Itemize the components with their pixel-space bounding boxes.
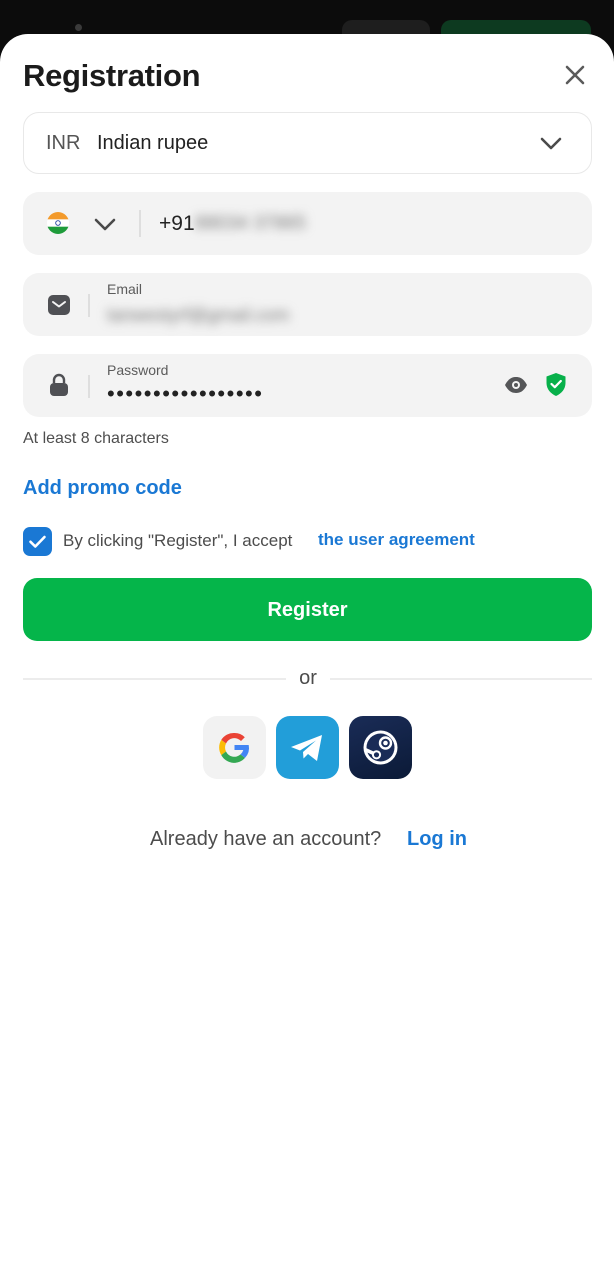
india-flag-icon [47,212,69,234]
telegram-login-button[interactable] [276,716,339,779]
steam-icon [363,730,398,765]
shield-check-icon [546,373,566,396]
phone-prefix: +91 [159,212,195,235]
envelope-icon [48,295,70,315]
add-promo-code-link[interactable]: Add promo code [23,477,182,500]
country-chevron-icon[interactable] [93,214,117,234]
field-divider [88,375,90,398]
divider-line [330,678,592,680]
register-button[interactable]: Register [23,578,592,641]
email-label: Email [107,281,143,297]
status-bar [0,0,614,34]
page-title: Registration [23,58,201,93]
password-hint: At least 8 characters [23,430,169,447]
close-button[interactable] [560,60,590,90]
background-pill [342,20,430,34]
currency-code: INR [46,132,81,154]
close-icon [565,65,585,85]
phone-input[interactable]: 88034 37865 [195,213,306,235]
registration-sheet: Registration INR Indian rupee +91 88034 … [0,34,614,1280]
google-icon [219,732,249,763]
email-field[interactable]: Email tanwestyrf@gmail.com [23,273,592,336]
agreement-text: By clicking "Register", I accept [63,531,293,550]
currency-select[interactable]: INR Indian rupee [23,112,592,174]
background-pill [441,20,591,34]
agreement-checkbox[interactable] [23,527,52,556]
password-field[interactable]: Password ••••••••••••••••• [23,354,592,417]
divider-or: or [299,667,317,689]
login-link[interactable]: Log in [407,828,467,851]
password-input[interactable]: ••••••••••••••••• [107,381,263,407]
email-input[interactable]: tanwestyrf@gmail.com [107,305,289,326]
field-divider [139,210,141,237]
telegram-icon [291,735,322,761]
checkmark-icon [29,535,46,548]
currency-name: Indian rupee [97,132,209,154]
phone-field: +91 88034 37865 [23,192,592,255]
password-label: Password [107,362,169,378]
divider-line [23,678,286,680]
account-question: Already have an account? [150,828,382,850]
steam-login-button[interactable] [349,716,412,779]
google-login-button[interactable] [203,716,266,779]
chevron-down-icon [540,137,562,150]
field-divider [88,294,90,317]
camera-dot [75,24,82,31]
lock-icon [50,373,68,396]
user-agreement-link[interactable]: the user agreement [318,530,475,550]
eye-icon[interactable] [504,376,528,394]
